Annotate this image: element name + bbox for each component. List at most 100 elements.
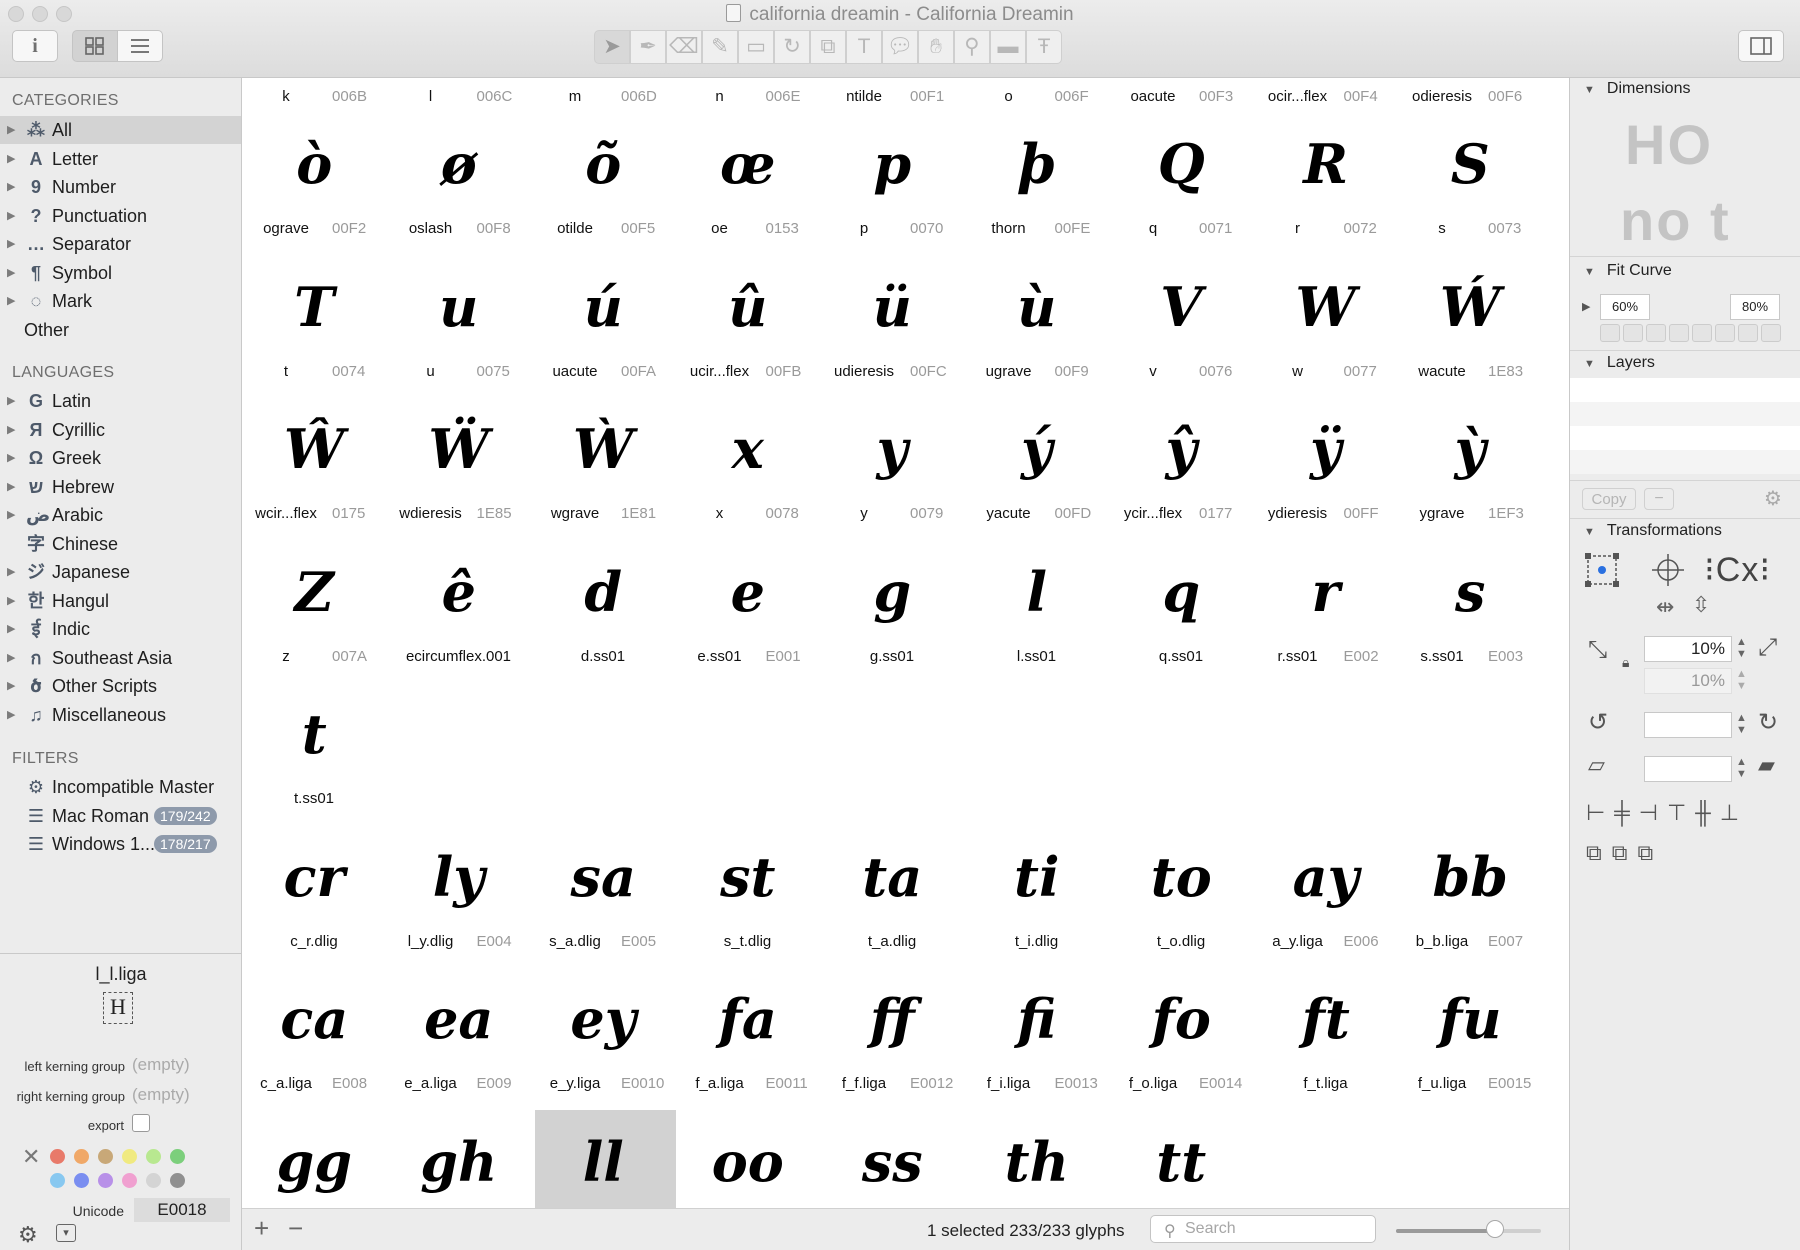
glyph-cell[interactable]: Ẅ <box>387 409 532 489</box>
glyph-cell[interactable]: g <box>820 552 965 632</box>
glyph-cell[interactable]: y <box>820 409 965 489</box>
glyph-cell[interactable]: gg <box>242 1122 387 1202</box>
list-view-button[interactable] <box>117 30 163 62</box>
align-center-icon[interactable]: ╪ <box>1614 800 1630 826</box>
layer-remove-button[interactable]: − <box>1644 488 1674 510</box>
language-miscellaneous[interactable]: ▶ ♫ Miscellaneous <box>0 701 241 729</box>
transformations-header[interactable]: ▼ Transformations <box>1584 522 1722 540</box>
glyph-cell[interactable]: l <box>965 552 1110 632</box>
dimensions-header[interactable]: ▼ Dimensions <box>1584 80 1690 98</box>
fit-preset-button[interactable] <box>1623 324 1643 342</box>
pen-tool-icon[interactable]: ✒ <box>630 30 666 64</box>
slant-left-icon[interactable]: ▱ <box>1588 752 1605 778</box>
glyph-cell[interactable]: Z <box>242 552 387 632</box>
info-button[interactable]: i <box>12 30 58 62</box>
disclosure-arrow-icon[interactable]: ▶ <box>7 444 15 472</box>
glyph-cell[interactable]: W <box>1254 267 1399 347</box>
layers-list[interactable] <box>1570 378 1800 480</box>
remove-glyph-button[interactable]: − <box>288 1213 303 1244</box>
align-right-icon[interactable]: ⊣ <box>1639 800 1658 826</box>
language-greek[interactable]: ▶ Ω Greek <box>0 444 241 472</box>
glyph-cell[interactable]: Ŵ <box>242 409 387 489</box>
dimensions-preview-bottom[interactable]: no t <box>1620 188 1731 253</box>
glyph-cell[interactable]: Ẃ <box>1398 267 1543 347</box>
disclosure-arrow-icon[interactable]: ▶ <box>7 145 15 173</box>
glyph-cell[interactable]: Ẁ <box>531 409 676 489</box>
glyph-cell[interactable]: gh <box>387 1122 532 1202</box>
color-swatch[interactable] <box>146 1149 161 1164</box>
menu-dropdown-icon[interactable]: ▾ <box>56 1224 76 1242</box>
color-swatch[interactable] <box>122 1149 137 1164</box>
color-swatch[interactable] <box>98 1173 113 1188</box>
disclosure-arrow-icon[interactable]: ▶ <box>7 259 15 287</box>
disclosure-arrow-icon[interactable]: ▶ <box>7 587 15 615</box>
eraser-icon[interactable]: ⌫ <box>666 30 702 64</box>
fit-preset-button[interactable] <box>1646 324 1666 342</box>
glyph-cell[interactable]: to <box>1109 837 1254 917</box>
disclosure-arrow-icon[interactable]: ▶ <box>7 173 15 201</box>
export-checkbox[interactable] <box>132 1114 150 1132</box>
scale-x-field[interactable]: 10% <box>1644 636 1732 662</box>
filter-mac-roman[interactable]: ☰ Mac Roman 179/242 <box>0 802 241 830</box>
glyph-cell[interactable]: V <box>1109 267 1254 347</box>
glyph-cell[interactable]: e <box>676 552 821 632</box>
category-separator[interactable]: ▶ … Separator <box>0 230 241 258</box>
disclosure-arrow-icon[interactable]: ▶ <box>7 287 15 315</box>
color-swatch[interactable] <box>122 1173 137 1188</box>
rotate-field[interactable] <box>1644 712 1732 738</box>
crosshair-icon[interactable] <box>1650 552 1686 588</box>
glyph-cell[interactable]: ú <box>531 267 676 347</box>
glyph-cell[interactable]: Q <box>1109 124 1254 204</box>
glyph-cell[interactable]: fu <box>1398 979 1543 1059</box>
annotation-icon[interactable]: 💬︎ <box>882 30 918 64</box>
glyph-cell[interactable]: ò <box>242 124 387 204</box>
fit-preset-button[interactable] <box>1692 324 1712 342</box>
glyph-cell[interactable]: ù <box>965 267 1110 347</box>
add-glyph-button[interactable]: + <box>254 1213 269 1244</box>
union-icon[interactable]: ⧉ <box>1586 840 1602 866</box>
anchor-text-icon[interactable]: Ŧ <box>1026 30 1062 64</box>
glyph-cell[interactable]: ta <box>820 837 965 917</box>
fit-preset-button[interactable] <box>1761 324 1781 342</box>
color-swatch[interactable] <box>50 1173 65 1188</box>
category-letter[interactable]: ▶ A Letter <box>0 145 241 173</box>
disclosure-arrow-icon[interactable]: ▶ <box>7 615 15 643</box>
glyph-cell[interactable]: ff <box>820 979 965 1059</box>
color-swatch[interactable] <box>98 1149 113 1164</box>
category-mark[interactable]: ▶ ◌ Mark <box>0 287 241 315</box>
disclosure-arrow-icon[interactable]: ▶ <box>7 116 15 144</box>
glyph-cell[interactable]: ft <box>1254 979 1399 1059</box>
glyph-cell[interactable]: q <box>1109 552 1254 632</box>
category-punctuation[interactable]: ▶? Punctuation <box>0 202 241 230</box>
metrics-icon[interactable]: ⁝Cx⁝ <box>1704 550 1771 590</box>
align-bottom-icon[interactable]: ⊥ <box>1720 800 1739 826</box>
measure-icon[interactable]: ▬ <box>990 30 1026 64</box>
fit-preset-button[interactable] <box>1669 324 1689 342</box>
glyph-cell[interactable]: ý <box>965 409 1110 489</box>
category-symbol[interactable]: ▶ ¶ Symbol <box>0 259 241 287</box>
language-other-scripts[interactable]: ▶ ծ Other Scripts <box>0 672 241 700</box>
flip-vertical-icon[interactable]: ⇳ <box>1692 592 1710 618</box>
category-all[interactable]: ▶ ⁂ All <box>0 116 241 144</box>
category-other[interactable]: Other <box>0 316 241 344</box>
glyph-cell[interactable]: u <box>387 267 532 347</box>
fit-curve-expand-icon[interactable]: ▶ <box>1582 300 1590 313</box>
glyph-cell[interactable]: ll <box>531 1122 676 1202</box>
unicode-field[interactable]: E0018 <box>134 1198 230 1222</box>
text-tool-icon[interactable]: T <box>846 30 882 64</box>
subtract-icon[interactable]: ⧉ <box>1612 840 1628 866</box>
layer-gear-icon[interactable]: ⚙ <box>1764 486 1782 511</box>
language-latin[interactable]: ▶ G Latin <box>0 387 241 415</box>
glyph-cell[interactable]: R <box>1254 124 1399 204</box>
layers-header[interactable]: ▼ Layers <box>1584 354 1655 372</box>
rect-icon[interactable]: ▭ <box>738 30 774 64</box>
glyph-cell[interactable]: ss <box>820 1122 965 1202</box>
glyph-cell[interactable]: û <box>676 267 821 347</box>
glyph-cell[interactable]: fa <box>676 979 821 1059</box>
glyph-cell[interactable]: þ <box>965 124 1110 204</box>
language-hangul[interactable]: ▶ 한 Hangul <box>0 587 241 615</box>
glyph-cell[interactable]: ø <box>387 124 532 204</box>
color-swatch[interactable] <box>170 1149 185 1164</box>
glyph-cell[interactable]: ey <box>531 979 676 1059</box>
gear-icon[interactable]: ⚙ <box>18 1222 38 1248</box>
